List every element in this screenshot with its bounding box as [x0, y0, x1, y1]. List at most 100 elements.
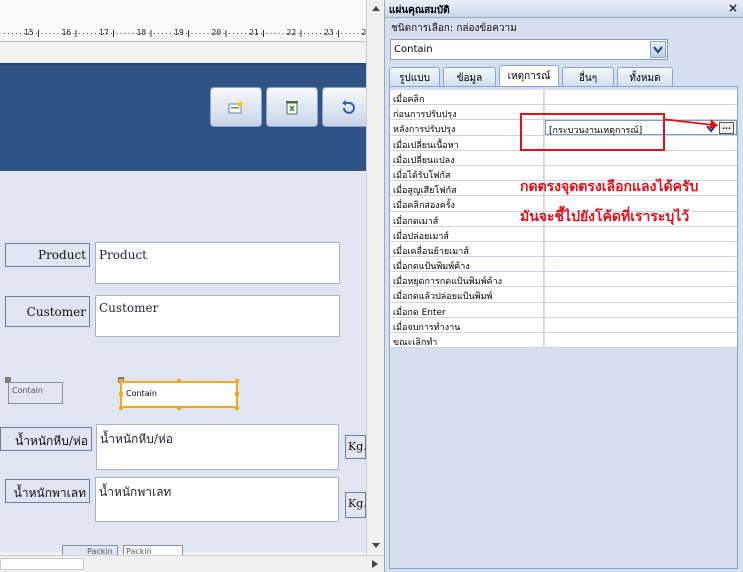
ruler-tick-label: 19 [174, 28, 184, 37]
weight-pallet-label: น้ำหนักพาเลท [5, 479, 90, 503]
property-value[interactable] [545, 150, 737, 165]
vertical-scrollbar[interactable] [366, 0, 384, 555]
ruler-major-mark [38, 30, 39, 37]
property-row[interactable]: เมื่อกดแป้นพิมพ์ค้าง [390, 257, 737, 273]
control-selector-dropdown[interactable] [650, 41, 666, 58]
resize-handle[interactable] [177, 406, 181, 410]
resize-handle[interactable] [235, 392, 239, 396]
ruler-dot [223, 33, 225, 34]
annotation-line-2: มันจะชี้ไปยังโค้ดที่เราระบุไว้ [520, 209, 690, 225]
property-value[interactable] [545, 287, 737, 302]
property-value[interactable] [545, 241, 737, 257]
ruler-dot [316, 33, 317, 34]
ruler-tick-label: 23 [324, 28, 334, 37]
ruler-dot [270, 33, 272, 34]
ruler-dot [120, 33, 122, 34]
ruler-tick-label: 17 [99, 28, 109, 37]
annotation-arrow-icon [663, 118, 719, 130]
ruler-dot [357, 33, 359, 34]
property-row[interactable]: เมื่อหยุดการกดแป้นพิมพ์ค้าง [390, 272, 737, 288]
contain-field[interactable]: Contain [120, 381, 238, 408]
ruler-dot [111, 33, 112, 34]
resize-handle[interactable] [235, 379, 239, 383]
ruler-dot [186, 33, 187, 34]
resize-handle[interactable] [119, 379, 123, 383]
ruler-dot [16, 33, 17, 34]
ruler-dot [4, 33, 5, 34]
ruler-dot [87, 33, 88, 34]
property-name: เมื่อคลิก [390, 90, 544, 105]
form-design-view: 15161718192021222324 Product Produ [0, 0, 384, 572]
ruler-dot [320, 33, 321, 34]
property-value[interactable] [545, 333, 737, 348]
resize-handle[interactable] [235, 406, 239, 410]
resize-handle[interactable] [119, 406, 123, 410]
ruler-dot [308, 33, 309, 34]
tab-data[interactable]: ข้อมูล [443, 67, 496, 87]
property-row[interactable]: ขณะเลิกทำ [390, 333, 737, 349]
scroll-up-arrow-icon[interactable] [371, 4, 381, 12]
property-value[interactable] [545, 90, 737, 105]
ruler-dot [45, 33, 47, 34]
ruler-dot [116, 33, 118, 34]
property-value[interactable] [545, 317, 737, 332]
product-label: Product [5, 243, 90, 267]
delete-record-button[interactable] [266, 87, 318, 127]
ruler-dot [53, 33, 55, 34]
ruler-dot [237, 33, 238, 34]
ruler-dot [261, 33, 262, 34]
ruler-major-mark [225, 30, 227, 37]
resize-handle[interactable] [177, 379, 181, 383]
ruler-major-mark [263, 30, 264, 37]
ruler-dot [195, 33, 197, 34]
ruler-dot [341, 33, 343, 34]
property-name: เมื่อกดแล้วปล่อยแป้นพิมพ์ [390, 287, 544, 302]
product-field[interactable]: Product [95, 242, 340, 284]
property-row[interactable]: เมื่อเปลี่ยนแปลง [390, 150, 737, 166]
horizontal-scrollbar[interactable] [0, 555, 384, 572]
ruler-dot [349, 33, 351, 34]
ruler-major-mark [188, 30, 189, 37]
scroll-right-arrow-icon[interactable] [370, 559, 380, 569]
ruler-dot [57, 33, 59, 34]
control-selector[interactable]: Contain [390, 39, 668, 60]
scroll-down-arrow-icon[interactable] [371, 542, 381, 550]
customer-label: Customer [5, 296, 90, 327]
tab-format[interactable]: รูปแบบ [389, 67, 440, 87]
ruler-dot [154, 33, 155, 34]
ruler-tick-label: 18 [136, 28, 147, 37]
new-record-icon [228, 100, 244, 114]
property-sheet-title: แผ่นคุณสมบัติ × [385, 0, 743, 18]
property-value[interactable] [545, 272, 737, 287]
property-row[interactable]: เมื่อจบการทำงาน [390, 317, 737, 333]
resize-handle[interactable] [119, 392, 123, 396]
scroll-thumb[interactable] [0, 558, 84, 570]
customer-field[interactable]: Customer [95, 295, 340, 337]
property-sheet-pane: แผ่นคุณสมบัติ × ชนิดการเลือก: กล่องข้อคว… [384, 0, 743, 572]
property-value[interactable] [545, 302, 737, 317]
tab-other[interactable]: อื่นๆ [562, 67, 614, 87]
property-row[interactable]: เมื่อกด Enter [390, 302, 737, 318]
new-record-button[interactable] [210, 87, 262, 127]
selection-type: ชนิดการเลือก: กล่องข้อความ [391, 23, 517, 34]
ruler-dot [132, 33, 134, 34]
property-value[interactable] [545, 257, 737, 272]
ruler-dot [12, 33, 13, 34]
weight-pack-field[interactable]: น้ำหนักหีบ/ห่อ [96, 424, 339, 470]
control-selector-value: Contain [394, 44, 433, 55]
ruler-major-mark [338, 30, 339, 37]
undo-icon [342, 100, 355, 114]
weight-pallet-field[interactable]: น้ำหนักพาเลท [95, 477, 339, 522]
tab-all[interactable]: ทั้งหมด [617, 67, 673, 87]
ruler-dot [36, 33, 37, 34]
property-row[interactable]: เมื่อกดแล้วปล่อยแป้นพิมพ์ [390, 287, 737, 303]
event-property-grid: เมื่อคลิก ก่อนการปรับปรุง หลังการปรับปรุง[… [389, 86, 738, 569]
property-row[interactable]: เมื่อเคลื่อนย้ายเมาส์ [390, 241, 737, 258]
ruler-dot [241, 33, 242, 34]
code-builder-button[interactable]: ... [719, 122, 734, 135]
kg-label: Kg. [345, 492, 367, 518]
ruler-dot [124, 33, 126, 34]
tab-event[interactable]: เหตุการณ์ [499, 65, 559, 87]
property-row[interactable]: เมื่อคลิก [390, 90, 737, 106]
close-icon[interactable]: × [728, 1, 738, 15]
